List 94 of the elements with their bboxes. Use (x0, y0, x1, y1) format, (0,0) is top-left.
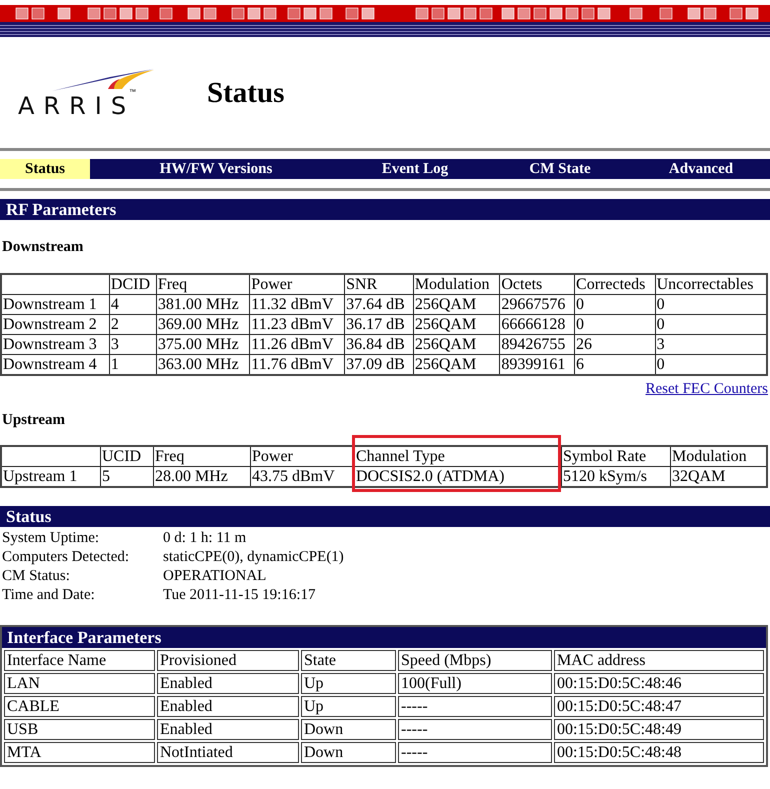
table-cell: Down (301, 742, 396, 763)
column-header: Speed (Mbps) (398, 650, 552, 671)
column-header: MAC address (554, 650, 764, 671)
table-cell: 11.23 dBmV (250, 314, 345, 334)
table-cell: 3 (109, 334, 156, 354)
nav-tab[interactable]: Event Log (342, 159, 488, 179)
column-header: SNR (344, 274, 414, 294)
table-cell: 5120 kSym/s (562, 466, 670, 487)
table-cell: 89399161 (500, 354, 575, 375)
column-header: Interface Name (4, 650, 155, 671)
column-header: Power (250, 274, 345, 294)
nav-tab[interactable]: Status (0, 159, 90, 179)
table-cell: Enabled (157, 696, 299, 717)
section-subheading: Downstream (2, 239, 84, 256)
column-header: Modulation (413, 274, 500, 294)
column-header: UCID (100, 446, 154, 466)
section-subheading: Upstream (2, 412, 66, 429)
table-cell: 00:15:D0:5C:48:49 (554, 719, 764, 740)
field-label: Computers Detected: (2, 548, 130, 567)
column-header: Octets (500, 274, 575, 294)
nav-tab[interactable]: HW/FW Versions (90, 159, 342, 179)
table-cell: 363.00 MHz (156, 354, 250, 375)
table-cell: 4 (109, 294, 156, 314)
table-cell: 1 (109, 354, 156, 375)
table-cell: Enabled (157, 673, 299, 694)
table-cell: Up (301, 673, 396, 694)
nav-tab[interactable]: Advanced (632, 159, 770, 179)
table-cell: 375.00 MHz (156, 334, 250, 354)
field-value: staticCPE(0), dynamicCPE(1) (163, 548, 345, 567)
column-header: Symbol Rate (562, 446, 670, 466)
table-cell: 36.84 dB (344, 334, 414, 354)
column-header: Freq (154, 446, 250, 466)
table-cell: 0 (574, 294, 656, 314)
table-cell: 28.00 MHz (154, 466, 250, 487)
field-label: Time and Date: (2, 586, 96, 605)
table-cell: Enabled (157, 719, 299, 740)
table-cell: 2 (109, 314, 156, 334)
table-cell: 256QAM (413, 354, 500, 375)
table-cell: 00:15:D0:5C:48:48 (554, 742, 764, 763)
table-cell: CABLE (4, 696, 155, 717)
section-header: Status (0, 506, 770, 527)
row-header: Downstream 4 (1, 354, 110, 375)
page-title: Status (207, 76, 284, 110)
table-cell: 26 (574, 334, 656, 354)
field-value: Tue 2011-11-15 19:16:17 (163, 586, 317, 605)
column-header: DCID (109, 274, 156, 294)
table-cell: 0 (574, 314, 656, 334)
column-header: Freq (156, 274, 250, 294)
table-cell: 00:15:D0:5C:48:46 (554, 673, 764, 694)
table-cell: Up (301, 696, 396, 717)
table-cell: DOCSIS2.0 (ATDMA) (354, 466, 562, 487)
table-cell: 11.76 dBmV (250, 354, 345, 375)
column-header: Channel Type (354, 446, 562, 466)
field-label: System Uptime: (2, 529, 100, 548)
table-cell: ----- (398, 719, 552, 740)
logo-wordmark: ARRIS (18, 93, 136, 119)
table-cell: 11.32 dBmV (250, 294, 345, 314)
table-cell: 100(Full) (398, 673, 552, 694)
table-cell: NotIntiated (157, 742, 299, 763)
table-cell: LAN (4, 673, 155, 694)
table-cell: 5 (100, 466, 154, 487)
table-cell: 256QAM (413, 314, 500, 334)
section-header: Interface Parameters (2, 627, 766, 648)
row-header: Downstream 1 (1, 294, 110, 314)
nav-tab[interactable]: CM State (488, 159, 632, 179)
column-header: Provisioned (157, 650, 299, 671)
column-header: Correcteds (574, 274, 656, 294)
table-cell: ----- (398, 742, 552, 763)
field-value: OPERATIONAL (163, 567, 268, 586)
field-label: CM Status: (2, 567, 71, 586)
table-cell: 37.64 dB (344, 294, 414, 314)
field-value: 0 d: 1 h: 11 m (163, 529, 248, 548)
table-cell: 381.00 MHz (156, 294, 250, 314)
table-cell: 00:15:D0:5C:48:47 (554, 696, 764, 717)
table-cell: 256QAM (413, 334, 500, 354)
row-header: Upstream 1 (1, 466, 100, 487)
table-cell: USB (4, 719, 155, 740)
table-cell: 369.00 MHz (156, 314, 250, 334)
table-cell: ----- (398, 696, 552, 717)
table-cell: Down (301, 719, 396, 740)
table-cell: MTA (4, 742, 155, 763)
row-header: Downstream 3 (1, 334, 110, 354)
row-header: Downstream 2 (1, 314, 110, 334)
table-cell: 11.26 dBmV (250, 334, 345, 354)
table-cell: 256QAM (413, 294, 500, 314)
section-header: RF Parameters (0, 199, 770, 220)
table-cell: 36.17 dB (344, 314, 414, 334)
table-cell: 37.09 dB (344, 354, 414, 375)
column-header: State (301, 650, 396, 671)
table-cell: 6 (574, 354, 656, 375)
table-cell: 89426755 (500, 334, 575, 354)
reset-link[interactable]: Reset FEC Counters (646, 381, 768, 397)
table-cell: 29667576 (500, 294, 575, 314)
table-cell: 66666128 (500, 314, 575, 334)
